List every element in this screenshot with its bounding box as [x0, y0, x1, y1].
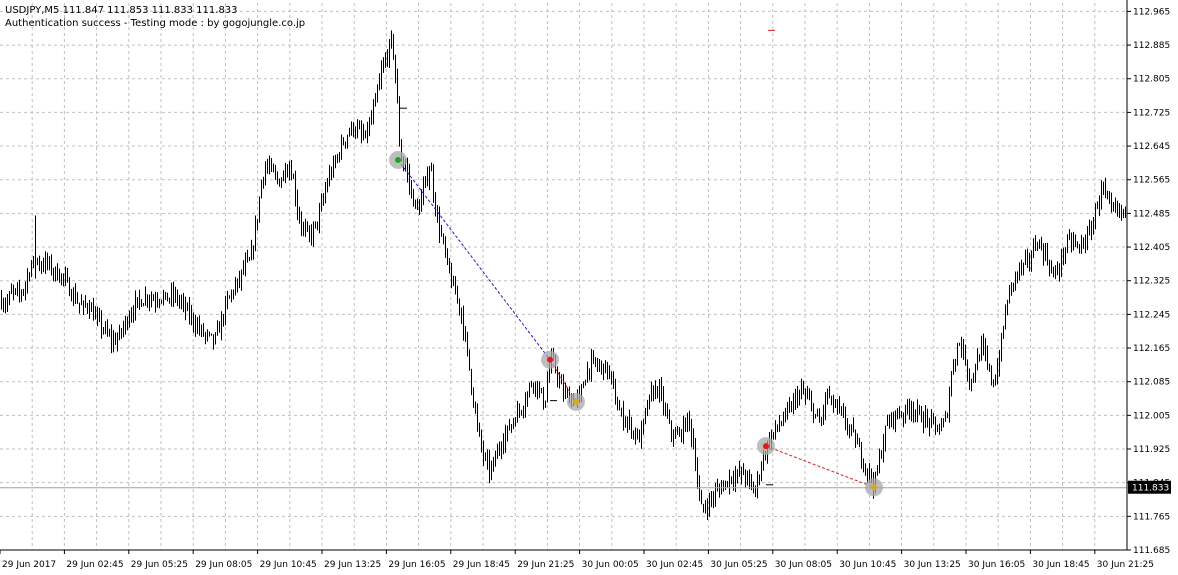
marker-dot [395, 156, 401, 163]
x-tick-label: 29 Jun 16:05 [388, 560, 445, 570]
trade-marker [757, 437, 775, 456]
x-tick-label: 29 Jun 18:45 [453, 560, 510, 570]
trade-line [765, 445, 875, 488]
y-tick-label: 112.325 [1133, 277, 1170, 287]
x-tick-label: 29 Jun 08:05 [195, 560, 252, 570]
x-tick-label: 29 Jun 10:45 [260, 560, 317, 570]
y-tick-label: 112.805 [1133, 75, 1170, 85]
trade-marker [541, 350, 559, 369]
marker-dot [573, 398, 579, 405]
trade-marker [389, 150, 407, 169]
y-tick-label: 112.485 [1133, 209, 1170, 219]
x-tick-label: 30 Jun 02:45 [646, 560, 703, 570]
y-tick-label: 112.965 [1133, 7, 1170, 17]
time-axis[interactable]: 29 Jun 2017 29 Jun 02:45 29 Jun 05:25 29 Ju… [0, 550, 1154, 570]
marker-dot [547, 356, 553, 363]
y-tick-label: 111.765 [1133, 512, 1170, 522]
grid [0, 3, 1127, 551]
x-tick-label: 30 Jun 05:25 [710, 560, 767, 570]
plot-frame [0, 0, 1128, 551]
y-tick-label: 112.005 [1133, 411, 1170, 421]
ohlc-bars [1, 30, 1126, 521]
y-tick-label: 112.245 [1133, 310, 1170, 320]
x-tick-label: 29 Jun 05:25 [131, 560, 188, 570]
marker-dot [763, 443, 769, 450]
expert-status: Authentication success - Testing mode : … [5, 18, 306, 29]
y-tick-label: 112.885 [1133, 41, 1170, 51]
x-tick-label: 30 Jun 00:05 [582, 560, 639, 570]
chart-window[interactable]: 112.965 112.885 112.805 112.725 112.645 112.5… [0, 0, 1178, 575]
trade-marker [567, 392, 585, 411]
x-tick-label: 30 Jun 10:45 [839, 560, 896, 570]
x-tick-label: 29 Jun 02:45 [66, 560, 123, 570]
x-tick-label: 30 Jun 08:05 [775, 560, 832, 570]
y-tick-label: 111.685 [1133, 546, 1170, 556]
y-tick-label: 112.405 [1133, 243, 1170, 253]
y-tick-label: 112.085 [1133, 378, 1170, 388]
price-chart[interactable]: 112.965 112.885 112.805 112.725 112.645 112.5… [0, 0, 1178, 575]
x-tick-label: 29 Jun 13:25 [324, 560, 381, 570]
trade-line [397, 159, 551, 361]
y-tick-label: 111.925 [1133, 445, 1170, 455]
x-tick-label: 30 Jun 21:25 [1097, 560, 1154, 570]
x-tick-label: 30 Jun 18:45 [1032, 560, 1089, 570]
x-tick-label: 29 Jun 21:25 [517, 560, 574, 570]
y-tick-label: 112.565 [1133, 176, 1170, 186]
current-price-tag: 111.833 [1128, 480, 1171, 494]
price-tag-text: 111.833 [1132, 484, 1169, 494]
x-tick-label: 30 Jun 16:05 [968, 560, 1025, 570]
y-tick-label: 112.645 [1133, 142, 1170, 152]
trade-lines [0, 29, 1127, 497]
price-axis[interactable]: 112.965 112.885 112.805 112.725 112.645 112.5… [1127, 7, 1170, 556]
symbol-info: USDJPY,M5 111.847 111.853 111.833 111.83… [5, 5, 238, 16]
x-tick-label: 29 Jun 2017 [2, 560, 56, 570]
y-tick-label: 112.725 [1133, 108, 1170, 118]
y-tick-label: 112.165 [1133, 344, 1170, 354]
x-tick-label: 30 Jun 13:25 [904, 560, 961, 570]
